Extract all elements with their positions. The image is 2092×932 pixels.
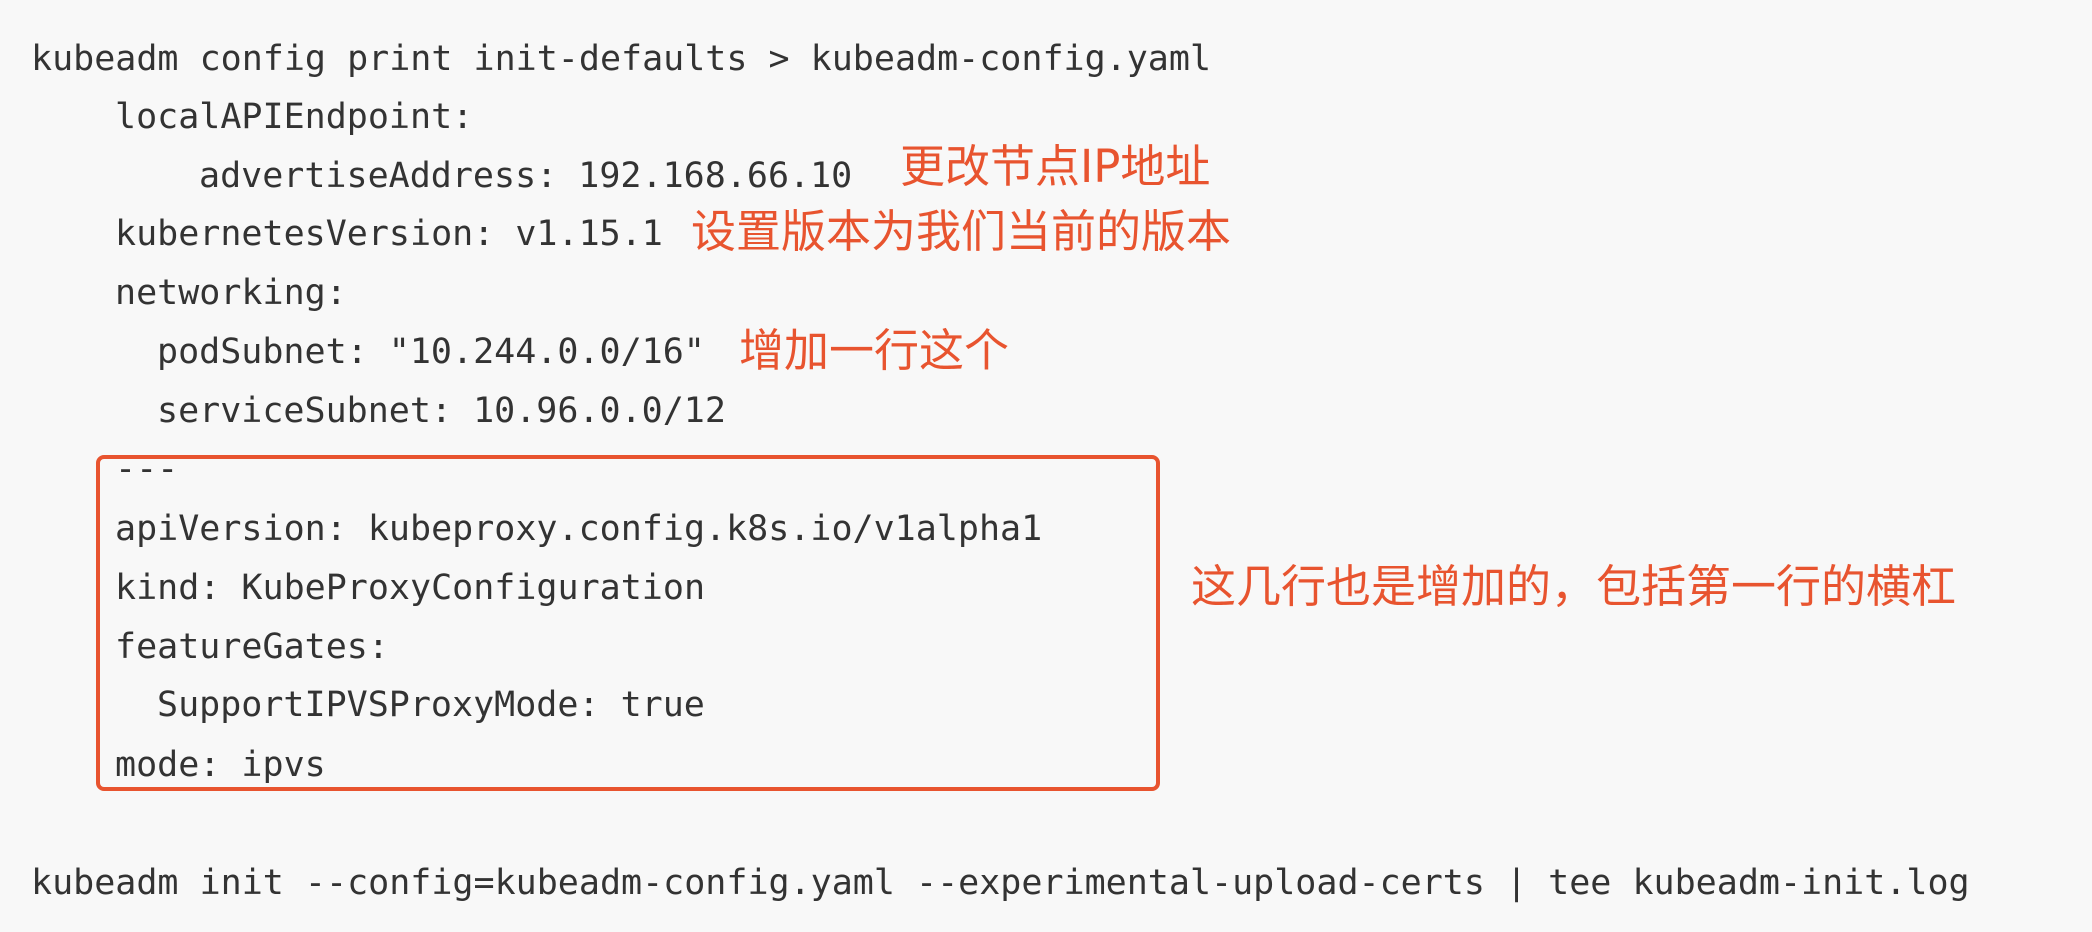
annotation-change-ip: 更改节点IP地址 (900, 140, 1211, 193)
annotation-set-version: 设置版本为我们当前的版本 (691, 205, 1232, 258)
annotation-add-line: 增加一行这个 (739, 324, 1010, 377)
local-api-endpoint-line: localAPIEndpoint: (115, 97, 474, 137)
kubernetes-version-line: kubernetesVersion: v1.15.1 (115, 214, 663, 254)
service-subnet-line: serviceSubnet: 10.96.0.0/12 (157, 391, 726, 431)
pod-subnet-line: podSubnet: "10.244.0.0/16" (157, 332, 705, 372)
advertise-address-line: advertiseAddress: 192.168.66.10 (199, 156, 853, 196)
added-lines-highlight-box (96, 455, 1160, 791)
networking-line: networking: (115, 273, 347, 313)
command-export-line: kubeadm config print init-defaults > kub… (31, 39, 1212, 79)
annotation-added-block: 这几行也是增加的，包括第一行的横杠 (1191, 560, 1957, 613)
command-init-line: kubeadm init --config=kubeadm-config.yam… (31, 863, 1970, 903)
